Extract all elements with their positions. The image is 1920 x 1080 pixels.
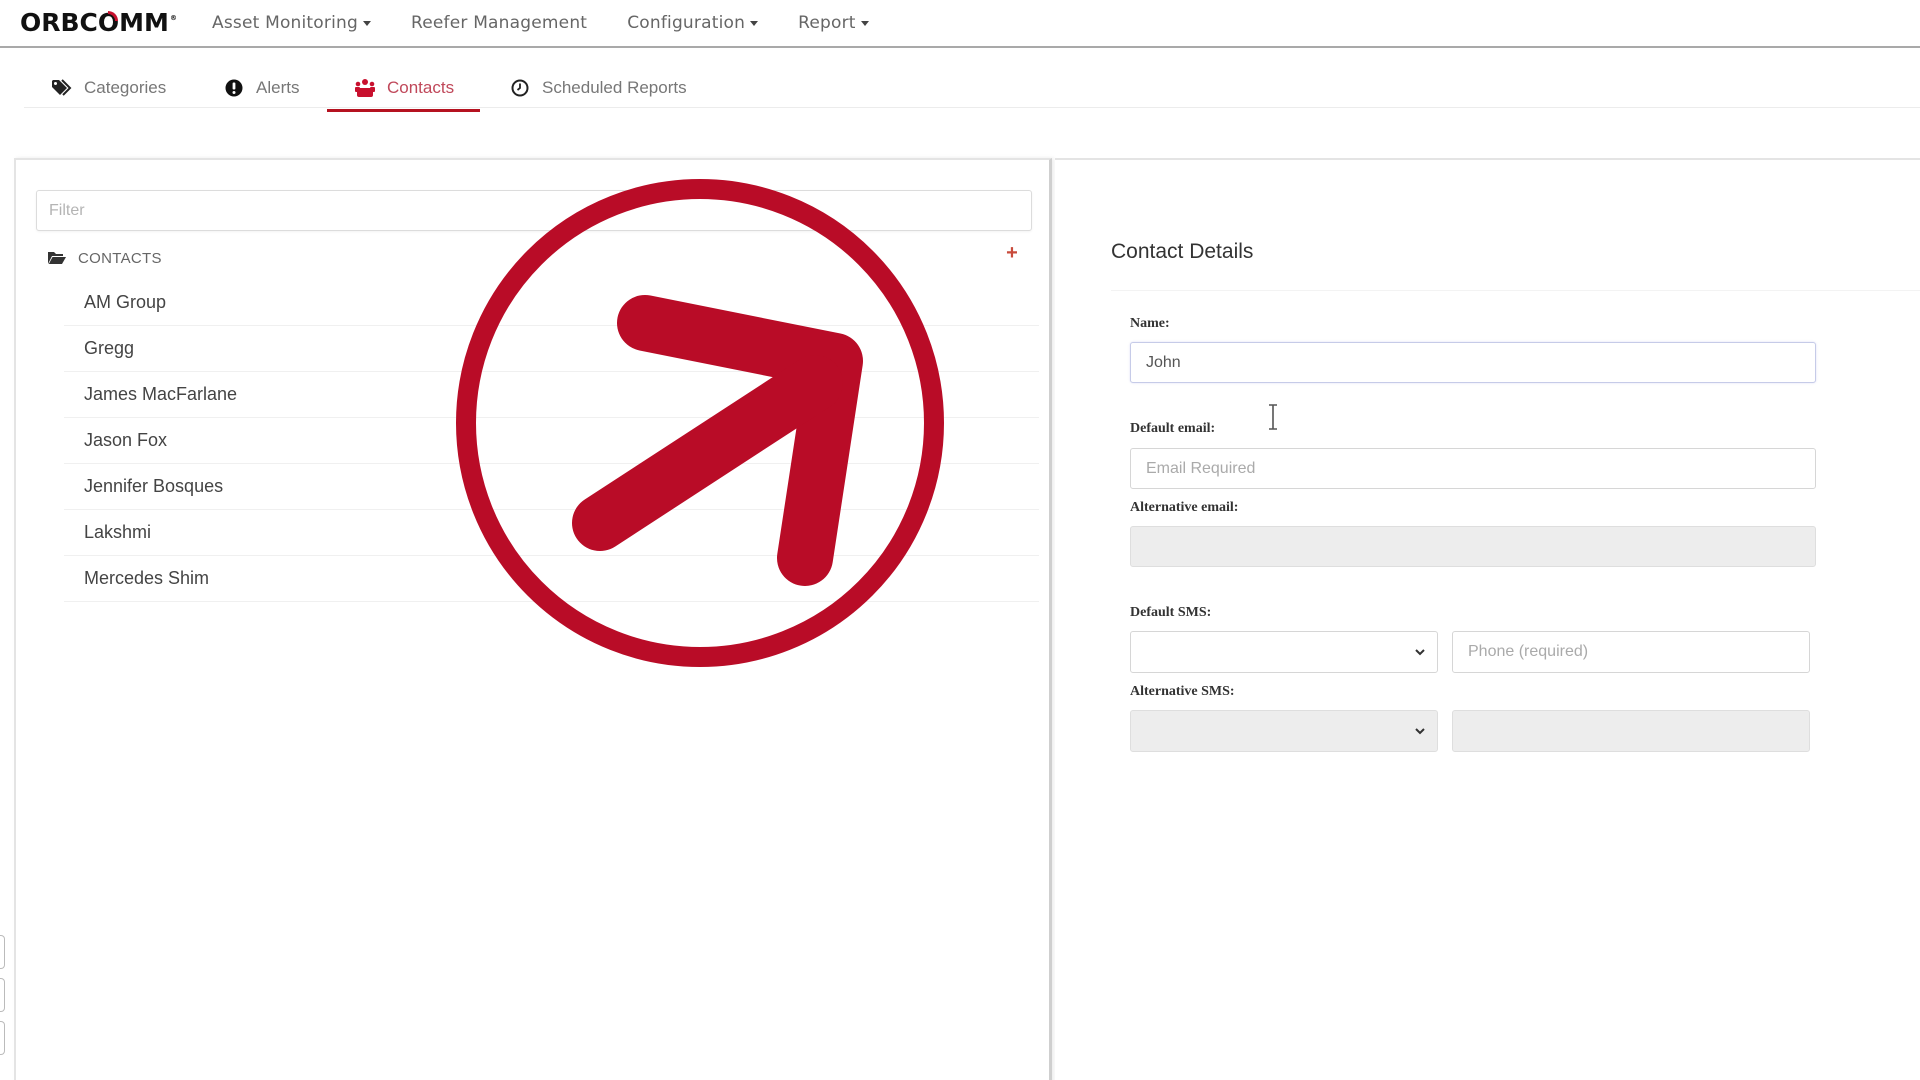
text-cursor-icon (1269, 404, 1277, 430)
contact-item[interactable]: James MacFarlane (64, 372, 1039, 418)
side-tab-handle[interactable] (0, 1021, 5, 1055)
filter-input[interactable] (36, 190, 1032, 231)
nav-asset-monitoring[interactable]: Asset Monitoring (212, 10, 371, 36)
users-icon (353, 78, 377, 98)
tab-alerts[interactable]: Alerts (222, 68, 299, 108)
caret-down-icon (860, 20, 869, 26)
logo-text-part: ORBC (20, 7, 98, 37)
default-sms-label: Default SMS: (1130, 605, 1212, 620)
side-tab-handle[interactable] (0, 935, 5, 969)
alternative-sms-label: Alternative SMS: (1130, 684, 1235, 699)
caret-down-icon (750, 20, 759, 26)
tab-label: Scheduled Reports (542, 78, 687, 97)
config-subtabs: Categories Alerts Contacts Scheduled Rep… (24, 60, 1920, 112)
contact-item[interactable]: Mercedes Shim (64, 556, 1039, 602)
tab-label: Contacts (387, 78, 455, 97)
plus-icon: + (1006, 241, 1018, 264)
tags-icon (50, 78, 74, 98)
tab-categories[interactable]: Categories (50, 68, 166, 108)
contact-item[interactable]: Jennifer Bosques (64, 464, 1039, 510)
tab-scheduled-reports[interactable]: Scheduled Reports (508, 68, 687, 108)
top-navbar: ORBC O MM ® Asset Monitoring Reefer Managem… (0, 0, 1920, 48)
main-menu: Asset Monitoring Reefer Management Confi… (212, 10, 909, 36)
nav-configuration[interactable]: Configuration (627, 10, 759, 36)
default-email-input[interactable] (1130, 448, 1816, 489)
alternative-email-input[interactable] (1130, 526, 1816, 567)
add-contact-button[interactable]: + (1001, 242, 1023, 264)
contact-details-title: Contact Details (1111, 240, 1254, 263)
folder-open-icon (48, 251, 66, 265)
contact-item[interactable]: Jason Fox (64, 418, 1039, 464)
alternative-email-label: Alternative email: (1130, 500, 1239, 515)
contact-item[interactable]: AM Group (64, 280, 1039, 326)
default-email-label: Default email: (1130, 421, 1216, 436)
nav-report[interactable]: Report (798, 10, 869, 36)
default-sms-country-select[interactable] (1130, 631, 1438, 673)
default-sms-phone-input[interactable] (1452, 631, 1810, 673)
side-tab-handle[interactable] (0, 978, 5, 1012)
contacts-panel: CONTACTS + AM Group Gregg James MacFarla… (14, 158, 1052, 1080)
contact-details-panel: Contact Details Name: Default email: Alt… (1055, 158, 1920, 1080)
chevron-down-icon (1415, 649, 1425, 656)
logo-swirl-o: O (97, 7, 120, 37)
contacts-tree-header[interactable]: CONTACTS (48, 246, 162, 270)
orbcomm-logo[interactable]: ORBC O MM ® (20, 7, 177, 37)
clock-icon (508, 78, 532, 98)
registered-mark: ® (169, 14, 177, 22)
contact-item[interactable]: Gregg (64, 326, 1039, 372)
tab-label: Alerts (256, 78, 300, 97)
name-label: Name: (1130, 316, 1170, 331)
caret-down-icon (362, 20, 371, 26)
tab-label: Categories (84, 78, 167, 97)
nav-reefer-management[interactable]: Reefer Management (411, 10, 587, 36)
tab-contacts[interactable]: Contacts (326, 68, 481, 112)
alternative-sms-phone-input[interactable] (1452, 710, 1810, 752)
divider (1111, 290, 1920, 291)
alternative-sms-country-select[interactable] (1130, 710, 1438, 752)
contacts-header-label: CONTACTS (78, 249, 162, 267)
exclamation-circle-icon (222, 78, 246, 98)
contact-list: AM Group Gregg James MacFarlane Jason Fo… (64, 280, 1039, 602)
chevron-down-icon (1415, 728, 1425, 735)
contact-item[interactable]: Lakshmi (64, 510, 1039, 556)
name-input[interactable] (1130, 342, 1816, 383)
logo-text-part: MM (119, 7, 169, 37)
